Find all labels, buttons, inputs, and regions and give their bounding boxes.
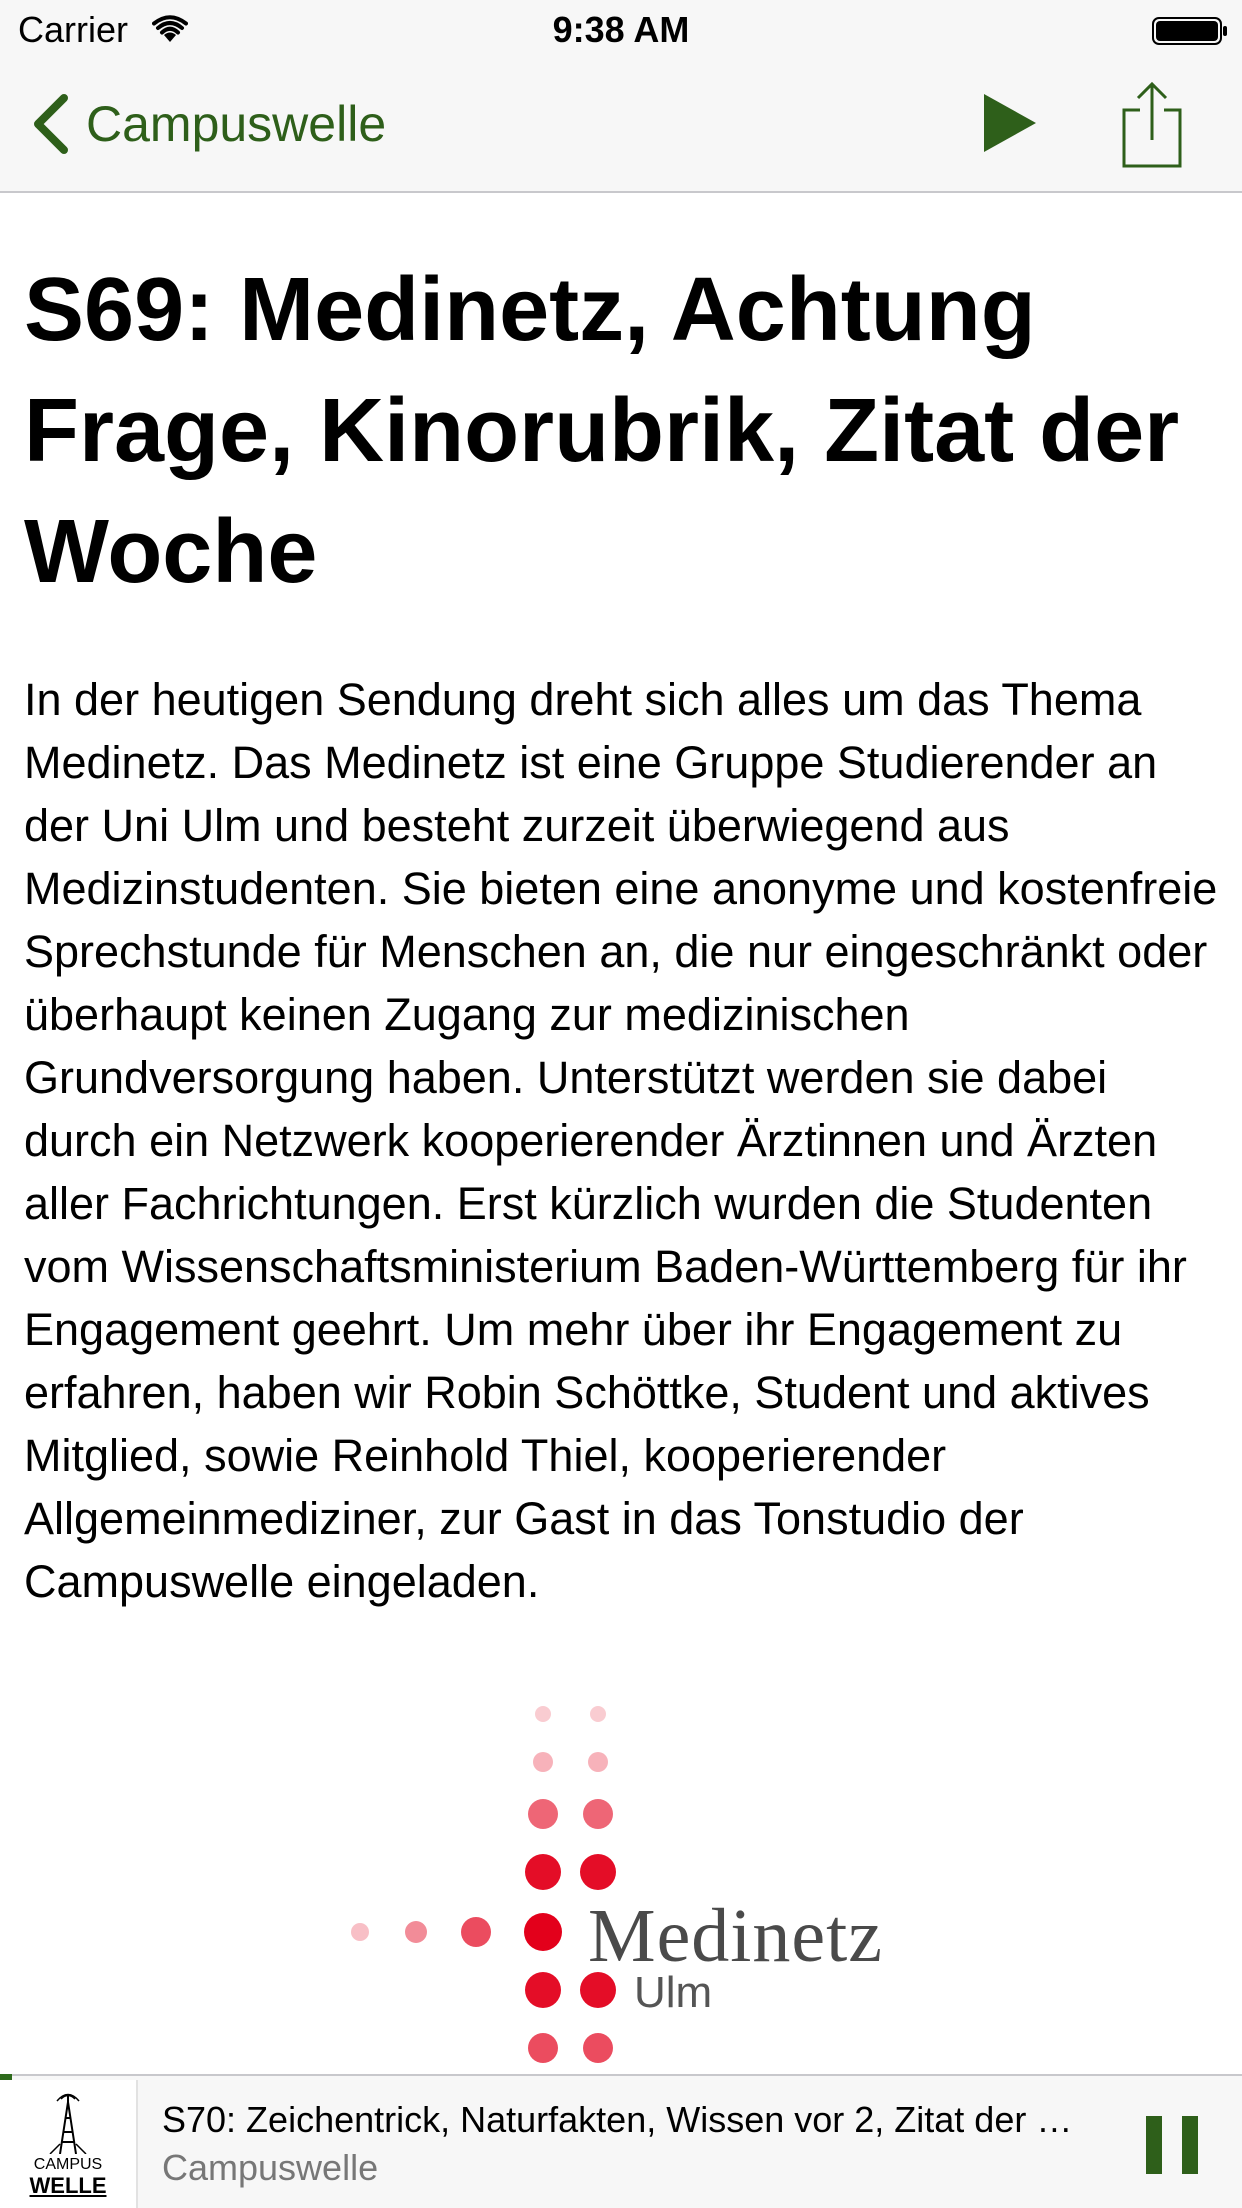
status-bar: Carrier 9:38 AM [0,0,1242,60]
medinetz-city: Ulm [634,1968,713,2017]
cover-art: CAMPUS WELLE [0,2080,138,2208]
podcast-episode-screen: Carrier 9:38 AM Campuswelle S69: Medinet… [0,0,1242,2208]
episode-description: In der heutigen Sendung dreht sich alles… [24,674,1218,1607]
navigation-bar: Campuswelle [0,60,1242,193]
pause-bar-right [1182,2116,1198,2174]
medinetz-wordmark: Medinetz [588,1894,884,1978]
pause-bar-left [1146,2116,1162,2174]
episode-content: S69: Medinetz, Achtung Frage, Kinorubrik… [24,250,1224,1613]
play-icon[interactable] [980,90,1040,156]
playback-progress [0,2074,1242,2080]
cover-welle-text: WELLE [29,2173,107,2198]
now-playing-title: S70: Zeichentrick, Naturfakten, Wissen v… [162,2099,1102,2140]
radio-tower-icon [49,2093,87,2154]
battery-icon [1152,17,1227,45]
back-label: Campuswelle [86,96,387,152]
back-button[interactable]: Campuswelle [30,88,386,160]
cover-campus-text: CAMPUS [33,2156,103,2173]
mini-player[interactable]: CAMPUS WELLE S70: Zeichentrick, Naturfak… [0,2074,1242,2208]
back-chevron-icon [34,94,68,154]
medinetz-cross-dots [351,1706,616,2063]
now-playing-subtitle: Campuswelle [162,2147,379,2188]
medinetz-logo: Medinetz Ulm [340,1700,900,2080]
episode-title: S69: Medinetz, Achtung Frage, Kinorubrik… [24,260,1180,602]
share-icon[interactable] [1120,80,1184,170]
pause-icon[interactable] [1146,2116,1198,2174]
status-time: 9:38 AM [552,9,690,50]
